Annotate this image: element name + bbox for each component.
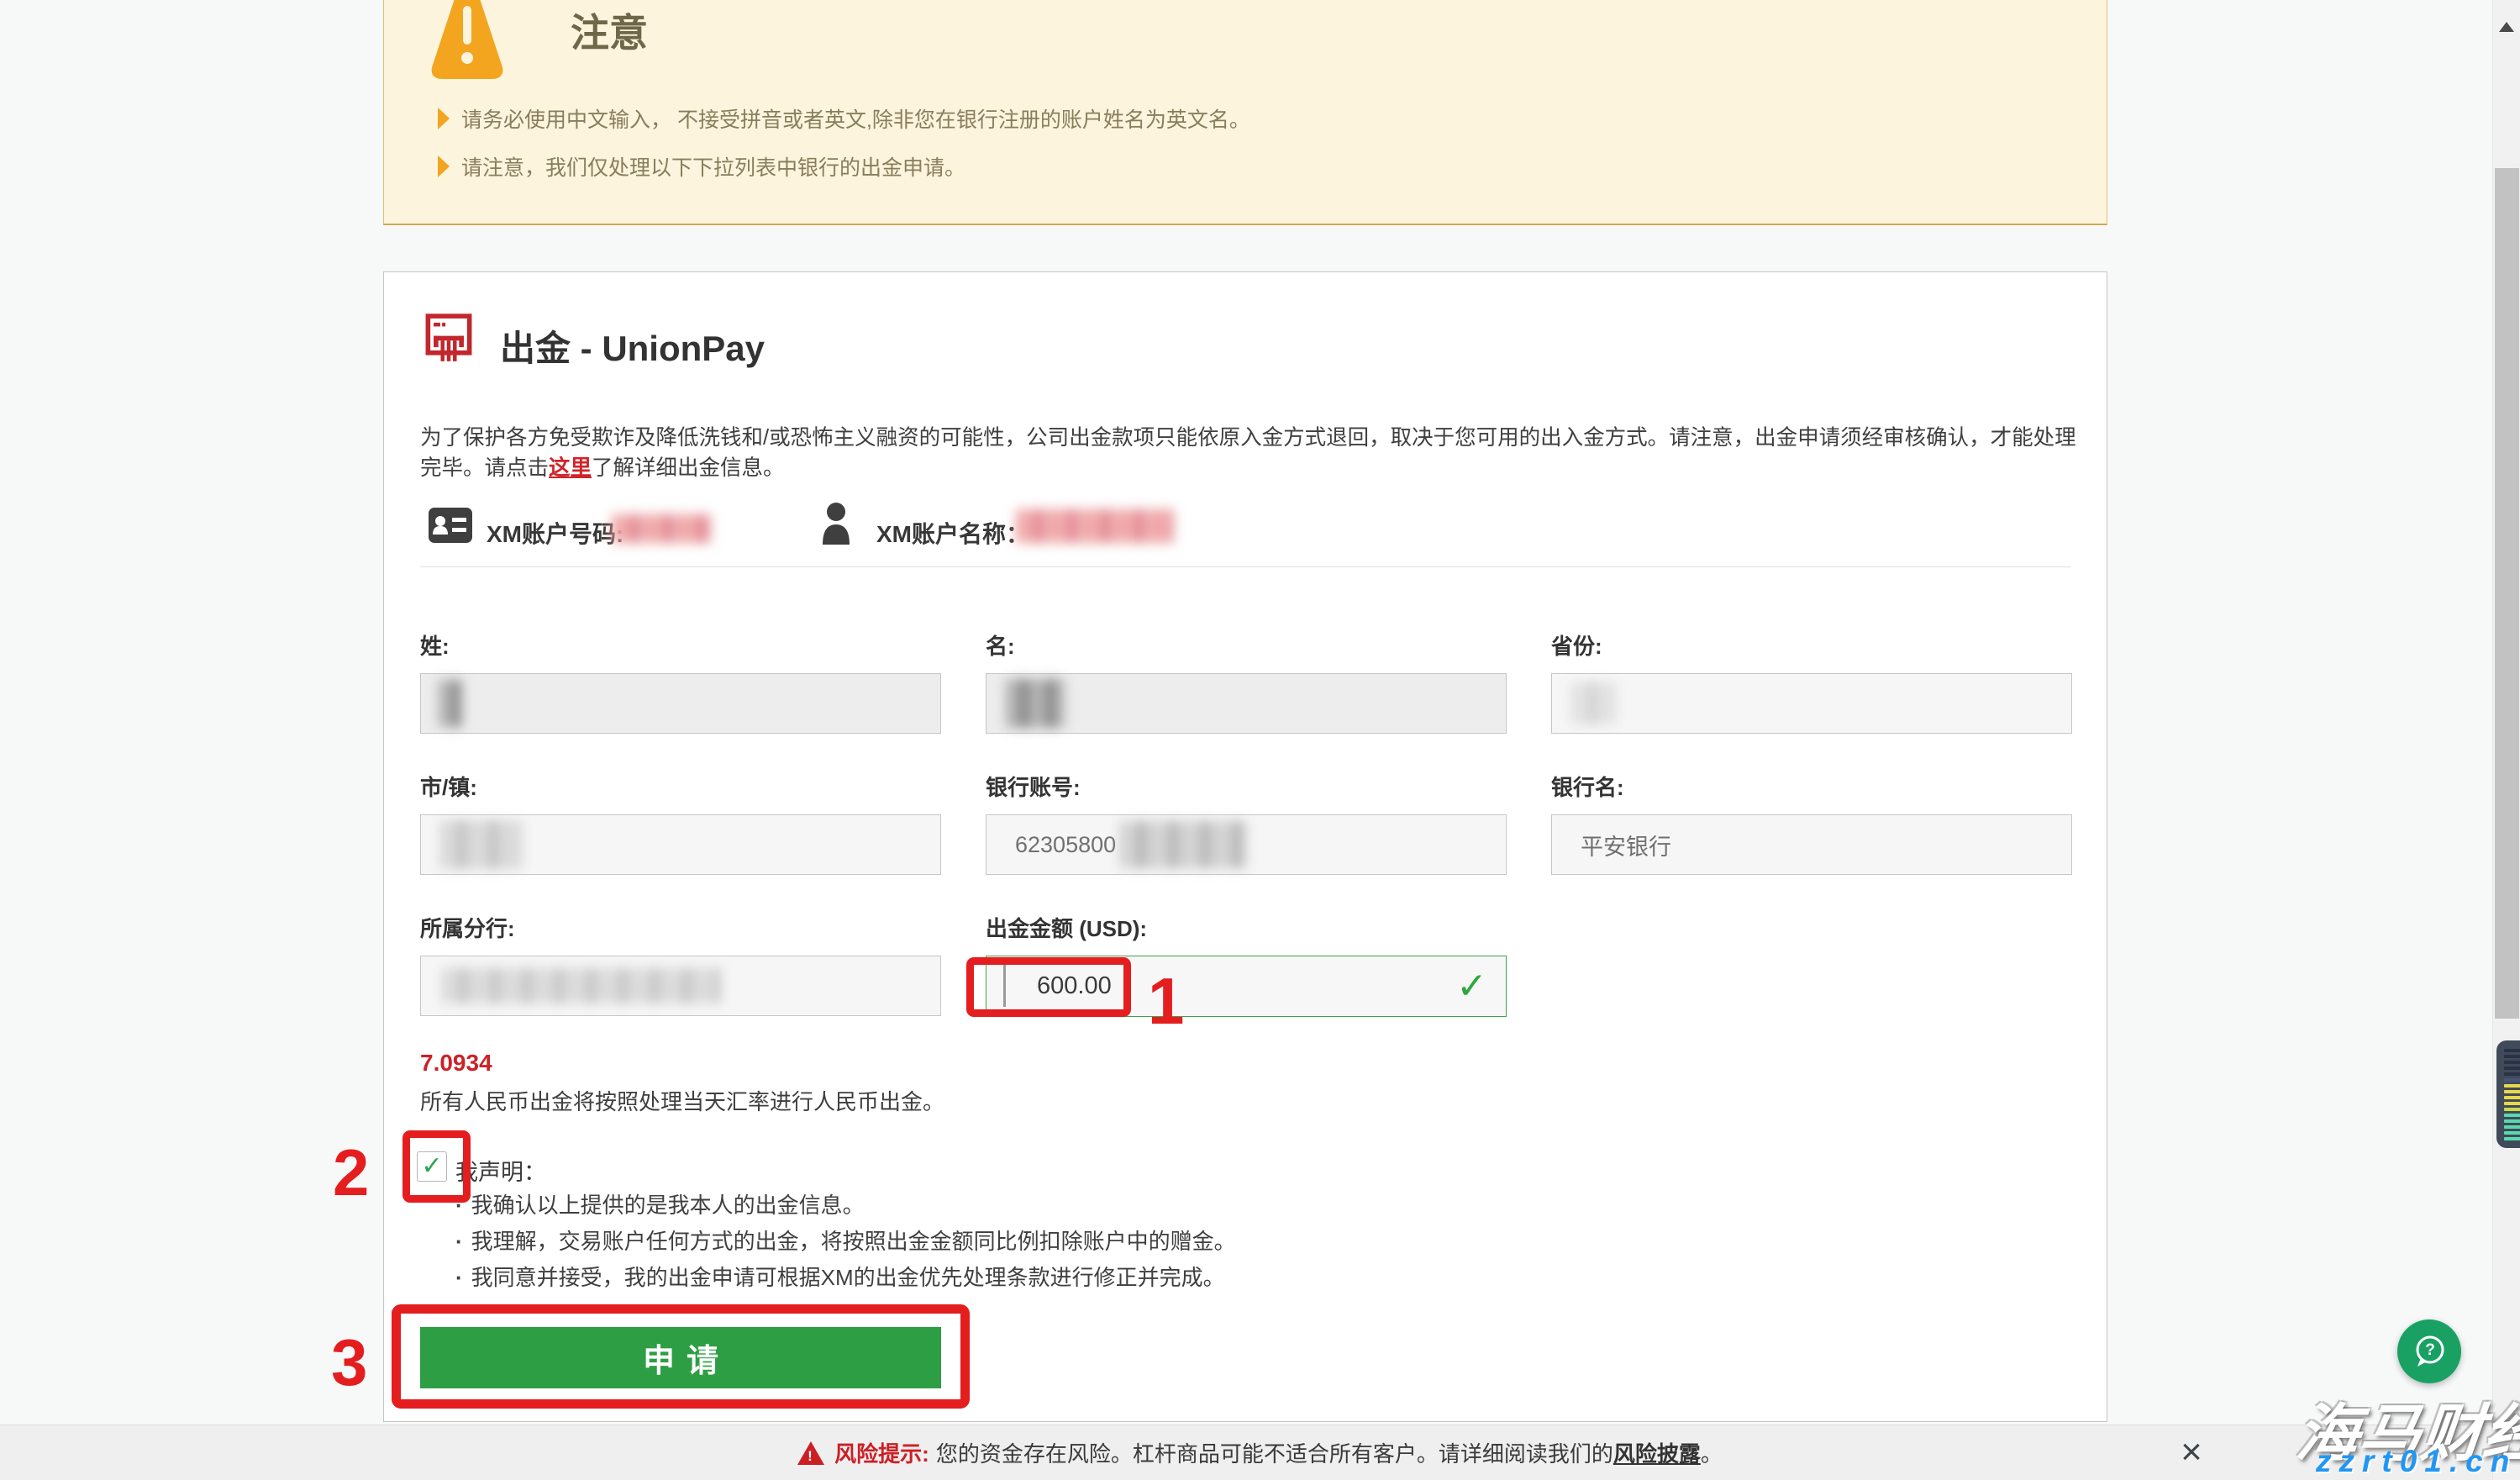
meter-stripe (2504, 1084, 2520, 1088)
meter-stripe (2504, 1114, 2520, 1117)
annotation-number-3: 3 (331, 1325, 367, 1401)
declaration-item: · 我确认以上提供的是我本人的出金信息。 (455, 1188, 865, 1219)
meter-stripe (2504, 1061, 2520, 1064)
meter-stripe (2504, 1131, 2520, 1135)
withdrawal-page: 注意 请务必使用中文输入， 不接受拼音或者英文,除非您在银行注册的账户姓名为英文… (0, 0, 2520, 1480)
redacted-account-number (613, 514, 712, 543)
branch-label: 所属分行: (420, 912, 515, 943)
notice-item: 请务必使用中文输入， 不接受拼音或者英文,除非您在银行注册的账户姓名为英文名。 (438, 103, 1250, 134)
declaration-text: 我确认以上提供的是我本人的出金信息。 (471, 1193, 865, 1218)
scrollbar-thumb[interactable] (2495, 168, 2519, 1019)
page-title: 出金 - UnionPay (500, 320, 765, 371)
notice-box: 注意 请务必使用中文输入， 不接受拼音或者英文,除非您在银行注册的账户姓名为英文… (383, 0, 2107, 225)
account-name-label: XM账户名称： (876, 516, 1029, 550)
bank-account-field[interactable]: 62305800 (986, 814, 1507, 875)
amount-value: 600.00 (1037, 972, 1112, 1000)
help-button[interactable]: ? (2397, 1319, 2461, 1383)
bullet-dot: · (455, 1193, 463, 1218)
bullet-dot: · (455, 1229, 463, 1254)
withdrawal-description: 为了保护各方免受欺诈及降低洗钱和/或恐怖主义融资的可能性，公司出金款项只能依原入… (420, 424, 2082, 483)
bullet-arrow-icon (438, 108, 450, 129)
valid-check-icon: ✓ (1456, 965, 1487, 1008)
declaration-text: 我同意并接受，我的出金申请可根据XM的出金优先处理条款进行修正并完成。 (471, 1265, 1225, 1290)
redacted-province (1572, 682, 1618, 724)
help-bubble-icon: ? (2410, 1332, 2449, 1371)
meter-stripe (2504, 1108, 2520, 1111)
text-cursor (1003, 965, 1006, 1007)
bank-name-value: 平安银行 (1581, 829, 1671, 861)
id-card-icon (429, 508, 472, 543)
close-icon[interactable]: × (2166, 1427, 2217, 1477)
warning-triangle-icon (431, 0, 503, 80)
section-divider (420, 566, 2071, 567)
withdrawal-card: 出金 - UnionPay 为了保护各方免受欺诈及降低洗钱和/或恐怖主义融资的可… (383, 271, 2107, 1422)
bullet-dot: · (455, 1265, 463, 1290)
city-field[interactable] (420, 814, 941, 875)
edge-meter-widget[interactable] (2496, 1040, 2520, 1148)
meter-stripe (2504, 1067, 2520, 1070)
redacted-account-name (1017, 509, 1173, 543)
redacted-first-name (1007, 679, 1064, 728)
redacted-bank-account (1121, 821, 1247, 868)
details-link[interactable]: 这里 (549, 456, 592, 480)
city-label: 市/镇: (420, 771, 477, 802)
description-text: 了解详细出金信息。 (592, 456, 785, 480)
last-name-label: 姓: (420, 629, 450, 661)
help-question-glyph: ? (2425, 1341, 2435, 1359)
risk-warning-icon: ! (797, 1441, 824, 1465)
bank-name-label: 银行名: (1551, 771, 1624, 802)
meter-stripe (2504, 1096, 2520, 1099)
meter-stripe (2504, 1137, 2520, 1140)
meter-stripe (2504, 1119, 2520, 1123)
bullet-arrow-icon (438, 155, 450, 177)
meter-stripe (2504, 1102, 2520, 1105)
submit-button[interactable]: 申请 (420, 1327, 941, 1388)
declaration-checkbox[interactable]: ✓ (417, 1151, 447, 1182)
checkbox-check-icon: ✓ (421, 1154, 442, 1179)
bank-account-label: 银行账号: (986, 771, 1081, 802)
redacted-branch (443, 968, 720, 1003)
risk-text: 您的资金存在风险。杠杆商品可能不适合所有客户。请详细阅读我们的 (936, 1437, 1613, 1468)
declaration-text: 我理解，交易账户任何方式的出金，将按照出金金额同比例扣除账户中的赠金。 (471, 1229, 1236, 1254)
meter-stripe (2504, 1090, 2520, 1093)
meter-stripe (2504, 1078, 2520, 1082)
annotation-number-2: 2 (333, 1135, 369, 1211)
meter-stripe (2504, 1125, 2520, 1129)
bank-name-field[interactable]: 平安银行 (1551, 814, 2072, 875)
notice-item-text: 请注意，我们仅处理以下下拉列表中银行的出金申请。 (461, 151, 965, 182)
meter-stripe (2504, 1055, 2520, 1058)
account-number-label: XM账户号码: (487, 516, 623, 550)
declaration-item: · 我同意并接受，我的出金申请可根据XM的出金优先处理条款进行修正并完成。 (455, 1261, 1225, 1292)
declaration-label: 我声明： (455, 1154, 546, 1187)
declaration-item: · 我理解，交易账户任何方式的出金，将按照出金金额同比例扣除账户中的赠金。 (455, 1225, 1236, 1256)
first-name-field[interactable] (986, 673, 1507, 734)
bank-account-visible-digits: 62305800 (1015, 832, 1116, 858)
province-field[interactable] (1551, 673, 2072, 734)
scrollbar-up-arrow-icon[interactable] (2499, 22, 2514, 32)
first-name-label: 名: (986, 629, 1015, 661)
notice-item: 请注意，我们仅处理以下下拉列表中银行的出金申请。 (438, 151, 965, 182)
province-label: 省份: (1551, 629, 1602, 661)
unionpay-bank-icon (425, 313, 472, 365)
notice-item-text: 请务必使用中文输入， 不接受拼音或者英文,除非您在银行注册的账户姓名为英文名。 (461, 103, 1250, 134)
risk-warning-bar: ! 风险提示: 您的资金存在风险。杠杆商品可能不适合所有客户。请详细阅读我们的 … (0, 1425, 2520, 1480)
scrollbar-track[interactable] (2492, 0, 2520, 1480)
redacted-last-name (439, 680, 461, 727)
meter-stripe (2504, 1049, 2520, 1052)
exchange-rate: 7.0934 (420, 1050, 492, 1077)
exchange-rate-note: 所有人民币出金将按照处理当天汇率进行人民币出金。 (420, 1085, 944, 1116)
meter-stripe (2504, 1072, 2520, 1076)
exclamation-glyph: ! (808, 1448, 813, 1465)
risk-text-end: 。 (1701, 1437, 1723, 1468)
risk-label: 风险提示: (834, 1437, 929, 1468)
risk-disclosure-link[interactable]: 风险披露 (1613, 1437, 1701, 1468)
branch-field[interactable] (420, 956, 941, 1016)
amount-input[interactable]: 600.00 ✓ (986, 956, 1507, 1017)
redacted-city (441, 820, 522, 869)
notice-title: 注意 (571, 3, 648, 58)
amount-label: 出金金额 (USD): (986, 912, 1147, 943)
person-icon (821, 503, 851, 545)
watermark-url: zzrt01.cn (2316, 1444, 2517, 1479)
last-name-field[interactable] (420, 673, 941, 734)
